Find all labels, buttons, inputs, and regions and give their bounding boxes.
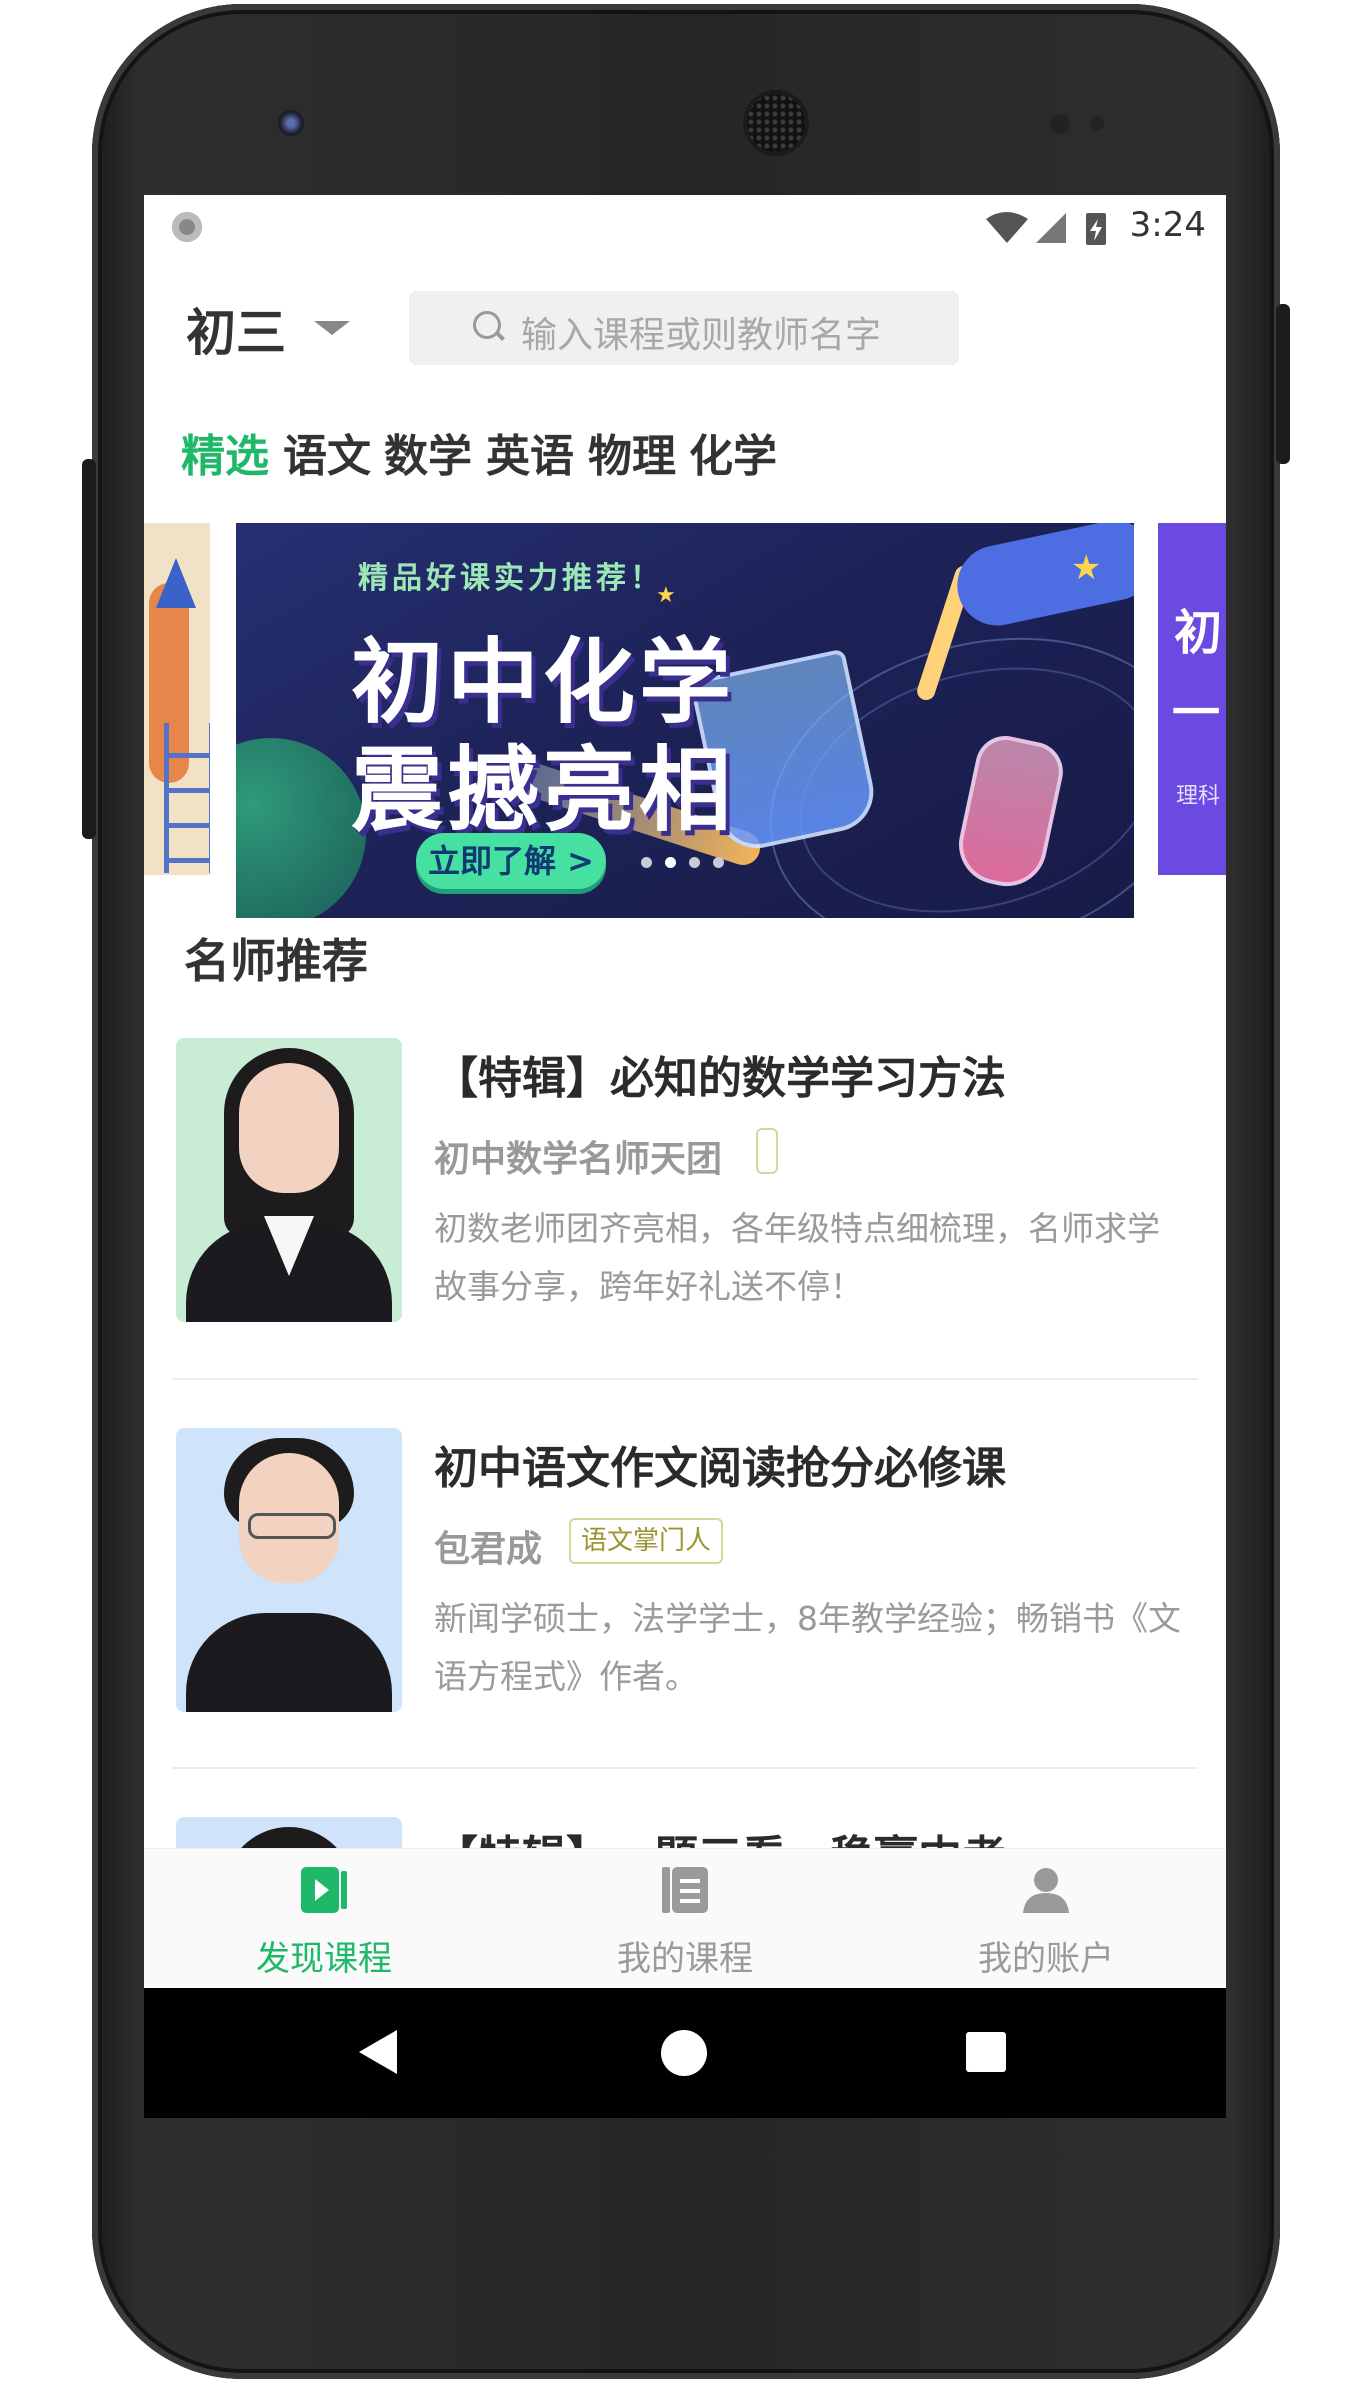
notebook-icon <box>662 1867 708 1913</box>
status-icons <box>986 212 1106 245</box>
record-indicator-icon <box>172 212 202 242</box>
tab-featured[interactable]: 精选 <box>181 420 269 484</box>
grade-selector[interactable]: 初三 <box>186 293 286 365</box>
nav-discover-label: 发现课程 <box>256 1939 392 1979</box>
power-button <box>1276 304 1290 464</box>
course-card[interactable]: 【特辑】必知的数学学习方法 初中数学名师天团 初数老师团齐亮相，各年级特点细梳理… <box>144 1038 1226 1328</box>
caret-down-icon[interactable] <box>314 321 350 335</box>
search-placeholder: 输入课程或则教师名字 <box>521 315 882 356</box>
tab-english[interactable]: 英语 <box>486 420 574 484</box>
tab-chemistry[interactable]: 化学 <box>689 420 777 484</box>
course-card[interactable]: 初中语文作文阅读抢分必修课 包君成 语文掌门人 新闻学硕士，法学学士，8年教学经… <box>144 1428 1226 1718</box>
next-banner-line2: 一 <box>1172 685 1221 741</box>
glove-hand-illustration <box>949 523 1134 633</box>
tab-chinese[interactable]: 语文 <box>283 420 371 484</box>
star-icon: ★ <box>1071 548 1102 588</box>
banner-tagline: 精品好课实力推荐！ <box>358 561 664 596</box>
course-title: 初中语文作文阅读抢分必修课 <box>434 1443 1006 1494</box>
course-desc: 初数老师团齐亮相，各年级特点细梳理，名师求学故事分享，跨年好礼送不停！ <box>434 1209 1160 1306</box>
tab-physics[interactable]: 物理 <box>588 420 676 484</box>
search-box[interactable]: 输入课程或则教师名字 <box>409 291 959 365</box>
nav-discover[interactable]: 发现课程 <box>144 1849 504 1989</box>
app-screen: 3:24 初三 输入课程或则教师名字 精选 语文 数学 英语 物理 化学 ★ ★ <box>144 195 1226 2118</box>
front-camera <box>278 110 304 136</box>
cartoon-hat <box>156 558 196 608</box>
next-banner-line3: 理科 <box>1176 784 1221 809</box>
carousel-dot[interactable] <box>641 857 652 868</box>
user-icon <box>1023 1868 1069 1913</box>
next-banner-line1: 初 <box>1174 605 1223 661</box>
banner-next-peek[interactable]: 初 一 理科 <box>1158 523 1226 875</box>
back-icon[interactable] <box>359 2030 397 2074</box>
carousel-dots <box>641 853 737 872</box>
proximity-sensor <box>1050 114 1070 134</box>
nav-my-courses-label: 我的课程 <box>617 1939 753 1979</box>
teacher-photo <box>176 1428 402 1712</box>
nav-account[interactable]: 我的账户 <box>866 1849 1226 1989</box>
teacher-photo <box>176 1038 402 1322</box>
top-bar: 初三 输入课程或则教师名字 <box>144 285 1226 375</box>
nav-account-label: 我的账户 <box>978 1939 1114 1979</box>
light-sensor <box>1090 116 1104 130</box>
wifi-icon <box>986 212 1028 243</box>
carousel-dot[interactable] <box>689 857 700 868</box>
glasses-shape <box>248 1513 336 1539</box>
divider <box>172 1378 1198 1380</box>
status-bar: 3:24 <box>144 195 1226 257</box>
subject-tabs: 精选 语文 数学 英语 物理 化学 <box>144 420 1226 490</box>
earpiece-speaker <box>747 94 805 152</box>
system-nav-bar <box>144 1988 1226 2118</box>
signal-icon <box>1036 213 1066 243</box>
course-desc: 新闻学硕士，法学学士，8年教学经验；畅销书《文语方程式》作者。 <box>434 1599 1181 1696</box>
carousel-dot[interactable] <box>713 857 724 868</box>
banner-cta-button[interactable]: 立即了解 > <box>416 833 606 889</box>
side-button-left <box>82 459 96 839</box>
home-icon[interactable] <box>661 2030 707 2076</box>
planet-illustration <box>236 738 366 918</box>
course-title: 【特辑】必知的数学学习方法 <box>434 1053 1006 1104</box>
tab-math[interactable]: 数学 <box>384 420 472 484</box>
play-book-icon <box>301 1867 347 1913</box>
body-shape <box>186 1613 392 1712</box>
bottom-nav: 发现课程 我的课程 我的账户 <box>144 1848 1226 1989</box>
banner-prev-peek[interactable] <box>144 523 210 875</box>
nav-my-courses[interactable]: 我的课程 <box>505 1849 865 1989</box>
carousel-dot-active[interactable] <box>665 857 676 868</box>
status-time: 3:24 <box>1129 205 1206 245</box>
divider <box>172 1767 1198 1769</box>
teacher-badge <box>756 1128 778 1174</box>
recents-icon[interactable] <box>966 2032 1006 2072</box>
cartoon-ladder <box>164 723 210 873</box>
face-shape <box>239 1063 339 1193</box>
search-icon <box>473 311 501 339</box>
banner-chemistry[interactable]: ★ ★ 精品好课实力推荐！ 初中化学 震撼亮相 立即了解 > <box>236 523 1134 918</box>
teacher-badge: 语文掌门人 <box>569 1518 724 1564</box>
course-teacher: 初中数学名师天团 <box>434 1139 723 1180</box>
section-title: 名师推荐 <box>184 934 368 988</box>
banner-headline-2: 震撼亮相 <box>351 737 736 844</box>
course-teacher: 包君成 <box>434 1529 543 1570</box>
